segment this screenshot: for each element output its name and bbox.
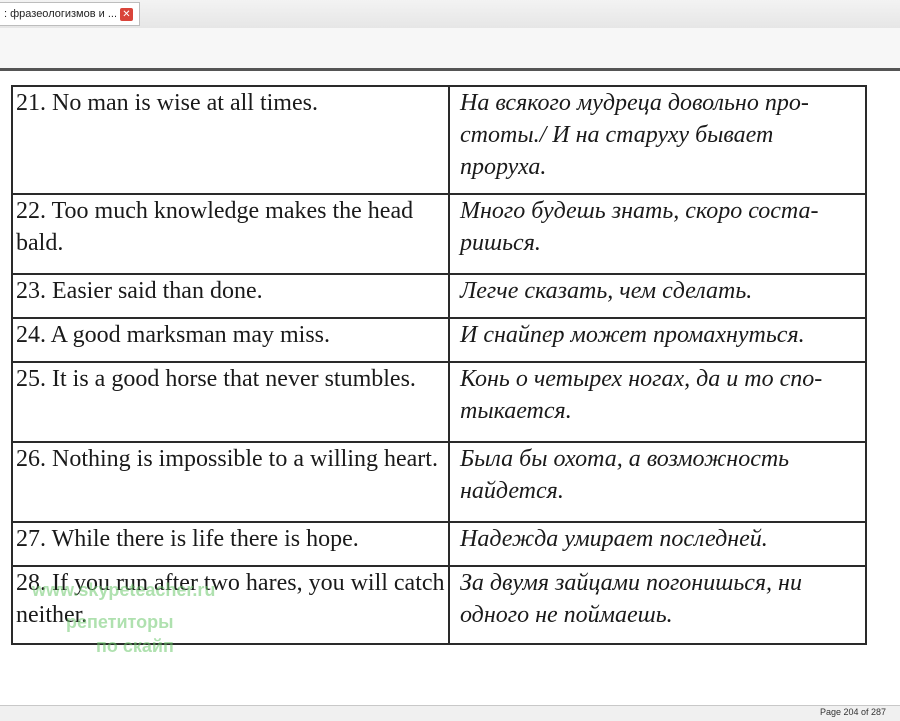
tab-title: : фразеологизмов и ... bbox=[4, 8, 116, 20]
russian-equivalent: Конь о четырех ногах, да и то спо-тыкает… bbox=[448, 361, 867, 443]
russian-equivalent: Была бы охота, а возможность найдется. bbox=[448, 441, 867, 523]
proverbs-table: 21. No man is wise at all times. На всяк… bbox=[11, 85, 867, 645]
english-proverb: 22. Too much knowledge makes the head ba… bbox=[11, 193, 450, 275]
russian-equivalent: Надежда умирает последней. bbox=[448, 521, 867, 567]
table-row: 21. No man is wise at all times. На всяк… bbox=[11, 85, 867, 195]
english-proverb: 28. If you run after two hares, you will… bbox=[11, 565, 450, 645]
english-proverb: 24. A good marksman may miss. bbox=[11, 317, 450, 363]
english-proverb: 25. It is a good horse that never stumbl… bbox=[11, 361, 450, 443]
russian-equivalent: За двумя зайцами погонишься, ни одного н… bbox=[448, 565, 867, 645]
russian-equivalent: На всякого мудреца довольно про-стоты./ … bbox=[448, 85, 867, 195]
russian-equivalent: И снайпер может промахнуться. bbox=[448, 317, 867, 363]
english-proverb: 27. While there is life there is hope. bbox=[11, 521, 450, 567]
page-indicator: Page 204 of 287 bbox=[819, 707, 886, 717]
english-proverb: 26. Nothing is impossible to a willing h… bbox=[11, 441, 450, 523]
table-row: 27. While there is life there is hope. Н… bbox=[11, 521, 867, 567]
russian-equivalent: Легче сказать, чем сделать. bbox=[448, 273, 867, 319]
table-row: 22. Too much knowledge makes the head ba… bbox=[11, 193, 867, 275]
close-icon[interactable]: ✕ bbox=[120, 8, 133, 21]
tab-bar: : фразеологизмов и ... ✕ bbox=[0, 0, 900, 29]
toolbar-area bbox=[0, 28, 900, 68]
table-row: 24. A good marksman may miss. И снайпер … bbox=[11, 317, 867, 363]
table-row: 23. Easier said than done. Легче сказать… bbox=[11, 273, 867, 319]
document-tab[interactable]: : фразеологизмов и ... ✕ bbox=[0, 2, 140, 26]
table-row: 28. If you run after two hares, you will… bbox=[11, 565, 867, 645]
table-row: 26. Nothing is impossible to a willing h… bbox=[11, 441, 867, 523]
status-bar: Page 204 of 287 bbox=[0, 705, 900, 721]
table-row: 25. It is a good horse that never stumbl… bbox=[11, 361, 867, 443]
english-proverb: 21. No man is wise at all times. bbox=[11, 85, 450, 195]
english-proverb: 23. Easier said than done. bbox=[11, 273, 450, 319]
russian-equivalent: Много будешь знать, скоро соста-ришься. bbox=[448, 193, 867, 275]
